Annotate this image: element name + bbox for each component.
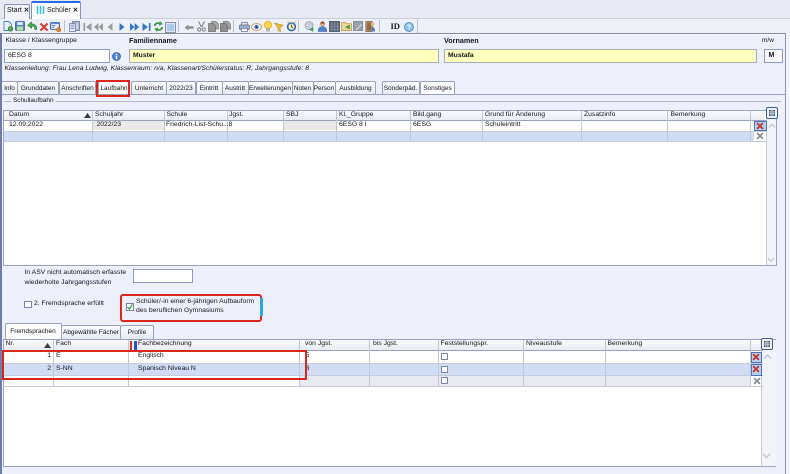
svg-text:?: ? xyxy=(407,24,411,31)
